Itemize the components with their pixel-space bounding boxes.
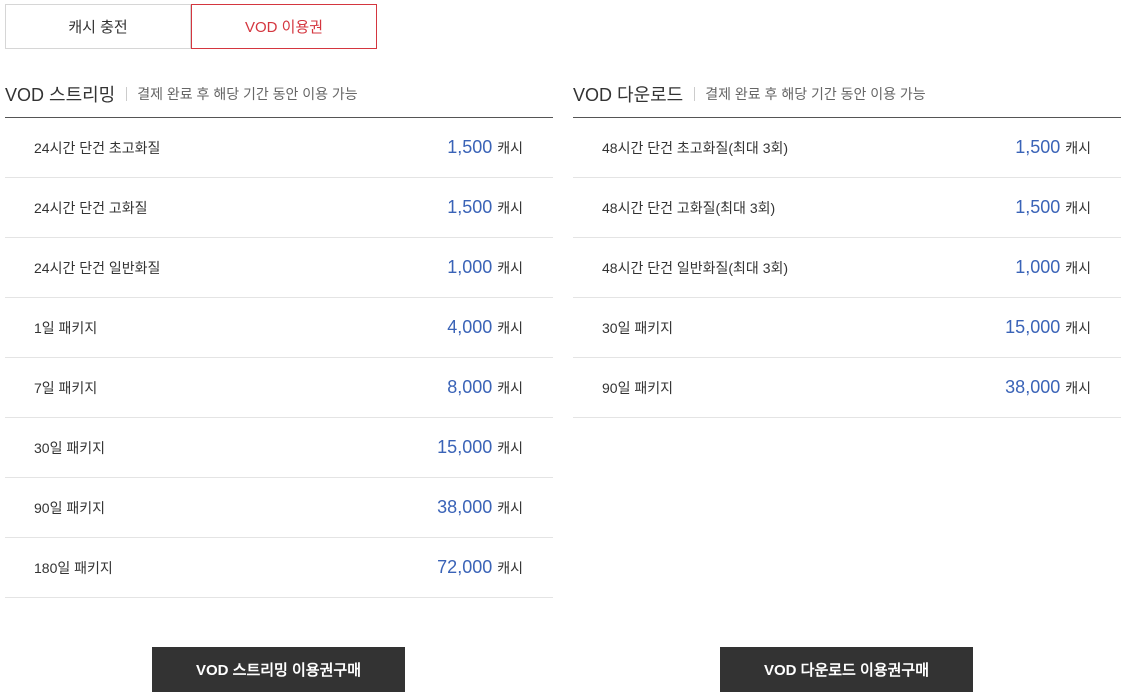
plan-price: 1,500 캐시 [1015, 137, 1091, 158]
plan-name: 24시간 단건 초고화질 [34, 139, 161, 156]
plan-row[interactable]: 48시간 단건 고화질(최대 3회) 1,500 캐시 [573, 178, 1121, 238]
plan-price-amount: 1,500 [1015, 137, 1061, 157]
plan-row[interactable]: 24시간 단건 일반화질 1,000 캐시 [5, 238, 553, 298]
plan-row[interactable]: 1일 패키지 4,000 캐시 [5, 298, 553, 358]
plan-price: 15,000 캐시 [437, 437, 523, 458]
streaming-header: VOD 스트리밍 결제 완료 후 해당 기간 동안 이용 가능 [5, 70, 553, 118]
plan-price: 38,000 캐시 [1005, 377, 1091, 398]
plan-price: 1,500 캐시 [447, 137, 523, 158]
plan-price-unit: 캐시 [497, 440, 523, 456]
plan-row[interactable]: 24시간 단건 고화질 1,500 캐시 [5, 178, 553, 238]
plan-price-unit: 캐시 [497, 560, 523, 576]
header-divider [126, 86, 128, 101]
buy-download-pass-button[interactable]: VOD 다운로드 이용권구매 [720, 647, 973, 692]
plan-row[interactable]: 48시간 단건 초고화질(최대 3회) 1,500 캐시 [573, 118, 1121, 178]
plan-name: 90일 패키지 [602, 379, 673, 396]
plan-price-unit: 캐시 [497, 380, 523, 396]
plan-price-unit: 캐시 [1065, 380, 1091, 396]
plan-row[interactable]: 30일 패키지 15,000 캐시 [5, 418, 553, 478]
plan-price-amount: 1,500 [447, 197, 493, 217]
plan-price-amount: 1,500 [447, 137, 493, 157]
plan-name: 48시간 단건 일반화질(최대 3회) [602, 259, 789, 276]
plan-name: 30일 패키지 [602, 319, 673, 336]
tab-cash-charge[interactable]: 캐시 충전 [5, 4, 191, 49]
plan-name: 24시간 단건 고화질 [34, 199, 148, 216]
plan-name: 48시간 단건 고화질(최대 3회) [602, 199, 776, 216]
plan-name: 90일 패키지 [34, 499, 105, 516]
plan-name: 30일 패키지 [34, 439, 105, 456]
streaming-plan-list: 24시간 단건 초고화질 1,500 캐시 24시간 단건 고화질 1,500 캐시 24시… [5, 118, 553, 598]
plan-price-unit: 캐시 [497, 500, 523, 516]
buy-streaming-pass-button[interactable]: VOD 스트리밍 이용권구매 [152, 647, 405, 692]
plan-price: 38,000 캐시 [437, 497, 523, 518]
plan-name: 24시간 단건 일반화질 [34, 259, 161, 276]
plan-price: 1,000 캐시 [447, 257, 523, 278]
plan-row[interactable]: 180일 패키지 72,000 캐시 [5, 538, 553, 598]
plan-row[interactable]: 24시간 단건 초고화질 1,500 캐시 [5, 118, 553, 178]
plan-price-amount: 8,000 [447, 377, 493, 397]
plan-price: 1,500 캐시 [1015, 197, 1091, 218]
plan-price: 4,000 캐시 [447, 317, 523, 338]
plan-row[interactable]: 30일 패키지 15,000 캐시 [573, 298, 1121, 358]
plan-price-amount: 1,000 [1015, 257, 1061, 277]
plan-price: 1,000 캐시 [1015, 257, 1091, 278]
plan-price-amount: 15,000 [437, 437, 493, 457]
plan-row[interactable]: 90일 패키지 38,000 캐시 [573, 358, 1121, 418]
plan-price: 72,000 캐시 [437, 557, 523, 578]
plan-price-amount: 4,000 [447, 317, 493, 337]
plan-price: 15,000 캐시 [1005, 317, 1091, 338]
plan-price-unit: 캐시 [1065, 260, 1091, 276]
plan-price-unit: 캐시 [497, 320, 523, 336]
plan-name: 1일 패키지 [34, 319, 98, 336]
tab-bar: 캐시 충전 VOD 이용권 [5, 4, 377, 49]
plan-price-amount: 1,000 [447, 257, 493, 277]
plan-price-amount: 38,000 [1005, 377, 1061, 397]
plan-row[interactable]: 48시간 단건 일반화질(최대 3회) 1,000 캐시 [573, 238, 1121, 298]
streaming-title: VOD 스트리밍 [5, 84, 116, 105]
plan-name: 7일 패키지 [34, 379, 98, 396]
plan-price: 1,500 캐시 [447, 197, 523, 218]
streaming-description: 결제 완료 후 해당 기간 동안 이용 가능 [137, 85, 358, 102]
plan-row[interactable]: 90일 패키지 38,000 캐시 [5, 478, 553, 538]
streaming-panel: VOD 스트리밍 결제 완료 후 해당 기간 동안 이용 가능 24시간 단건 … [5, 70, 553, 598]
header-divider [694, 86, 696, 101]
plan-price-amount: 38,000 [437, 497, 493, 517]
plan-price-unit: 캐시 [1065, 140, 1091, 156]
download-description: 결제 완료 후 해당 기간 동안 이용 가능 [705, 85, 926, 102]
tab-vod-pass[interactable]: VOD 이용권 [191, 4, 377, 49]
plan-price-unit: 캐시 [1065, 320, 1091, 336]
download-plan-list: 48시간 단건 초고화질(최대 3회) 1,500 캐시 48시간 단건 고화질(최대… [573, 118, 1121, 418]
plan-name: 180일 패키지 [34, 559, 113, 576]
download-title: VOD 다운로드 [573, 84, 684, 105]
plan-price-amount: 72,000 [437, 557, 493, 577]
download-panel: VOD 다운로드 결제 완료 후 해당 기간 동안 이용 가능 48시간 단건 … [573, 70, 1121, 418]
plan-price-unit: 캐시 [497, 260, 523, 276]
plan-price-unit: 캐시 [497, 140, 523, 156]
plan-price-unit: 캐시 [497, 200, 523, 216]
plan-price-amount: 1,500 [1015, 197, 1061, 217]
plan-price-unit: 캐시 [1065, 200, 1091, 216]
plan-row[interactable]: 7일 패키지 8,000 캐시 [5, 358, 553, 418]
download-header: VOD 다운로드 결제 완료 후 해당 기간 동안 이용 가능 [573, 70, 1121, 118]
plan-price-amount: 15,000 [1005, 317, 1061, 337]
plan-name: 48시간 단건 초고화질(최대 3회) [602, 139, 789, 156]
plan-price: 8,000 캐시 [447, 377, 523, 398]
